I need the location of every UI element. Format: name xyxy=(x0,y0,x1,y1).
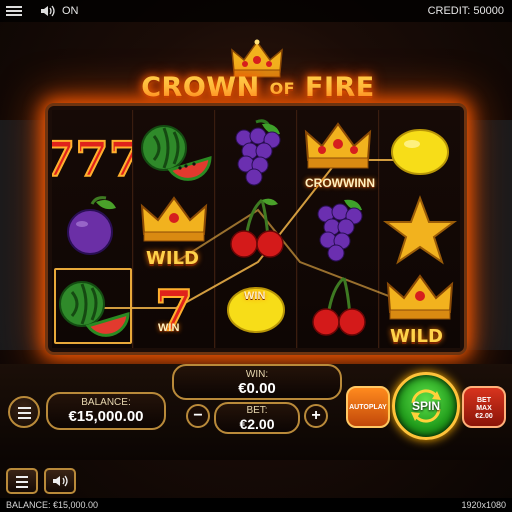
balance-label: BALANCE: xyxy=(81,397,131,408)
footer-bar: BALANCE: €15,000.00 1920x1080 xyxy=(0,498,512,512)
win-label: WIN: xyxy=(245,369,269,380)
speaker-icon[interactable] xyxy=(40,4,56,18)
svg-text:777: 777 xyxy=(52,132,132,188)
spin-label: SPIN xyxy=(411,399,440,413)
watermelon-symbol-icon xyxy=(141,125,212,181)
speaker-icon xyxy=(53,475,68,487)
bet-value: €2.00 xyxy=(239,416,275,432)
win-value: €0.00 xyxy=(238,380,276,397)
bet-increase-button[interactable]: + xyxy=(304,404,328,428)
casino-backdrop-left xyxy=(0,120,52,350)
plum-symbol-icon xyxy=(67,196,116,255)
title-word-crown: CROWN xyxy=(141,72,260,103)
sound-toggle-button[interactable] xyxy=(44,468,76,494)
crownwin-label: CROWWINN xyxy=(305,176,375,190)
hamburger-menu-icon[interactable] xyxy=(6,4,22,18)
watermelon-symbol-icon xyxy=(59,281,130,337)
bet-decrease-button[interactable]: − xyxy=(186,404,210,428)
settings-menu-button[interactable] xyxy=(8,396,40,428)
seven-symbol-icon: 777 xyxy=(52,131,132,189)
bet-max-value: €2.00 xyxy=(475,413,493,420)
cherries-symbol-icon xyxy=(230,198,284,258)
grapes-symbol-icon xyxy=(235,119,281,186)
hamburger-icon xyxy=(18,407,31,419)
grapes-symbol-icon xyxy=(317,199,363,262)
top-bar: ON CREDIT: 50000 xyxy=(0,0,512,22)
bet-label: BET: xyxy=(246,405,268,416)
cherries-symbol-icon xyxy=(312,276,366,336)
balance-display: BALANCE: €15,000.00 xyxy=(46,392,166,430)
wild-label: WILD xyxy=(146,248,199,269)
win-label: WIN xyxy=(244,290,266,302)
title-word-fire: FIRE xyxy=(305,72,375,103)
casino-backdrop-right xyxy=(460,120,512,350)
menu-button[interactable] xyxy=(6,468,38,494)
autoplay-button[interactable]: AUTOPLAY xyxy=(346,386,390,428)
sound-status: ON xyxy=(62,5,79,17)
footer-balance: BALANCE: €15,000.00 xyxy=(6,500,99,510)
balance-value: €15,000.00 xyxy=(68,408,144,425)
title-word-of: OF xyxy=(269,79,296,98)
star-symbol-icon xyxy=(383,195,457,265)
win-display: WIN: €0.00 xyxy=(172,364,342,400)
bet-display: BET: €2.00 xyxy=(214,402,300,434)
win-label: WIN xyxy=(158,322,180,334)
lemon-symbol-icon xyxy=(391,129,449,175)
hamburger-icon xyxy=(16,476,28,488)
seven-symbol-icon: 7 xyxy=(154,277,195,345)
spin-button[interactable]: SPIN xyxy=(392,372,460,440)
lemon-symbol-icon xyxy=(227,287,285,333)
footer-resolution: 1920x1080 xyxy=(461,500,506,510)
credit-display: CREDIT: 50000 xyxy=(427,5,504,17)
bet-max-line2: MAX xyxy=(476,405,492,412)
svg-text:7: 7 xyxy=(155,278,194,344)
bet-max-button[interactable]: BET MAX €2.00 xyxy=(462,386,506,428)
wild-label: WILD xyxy=(390,326,443,347)
bet-max-line1: BET xyxy=(477,397,491,404)
